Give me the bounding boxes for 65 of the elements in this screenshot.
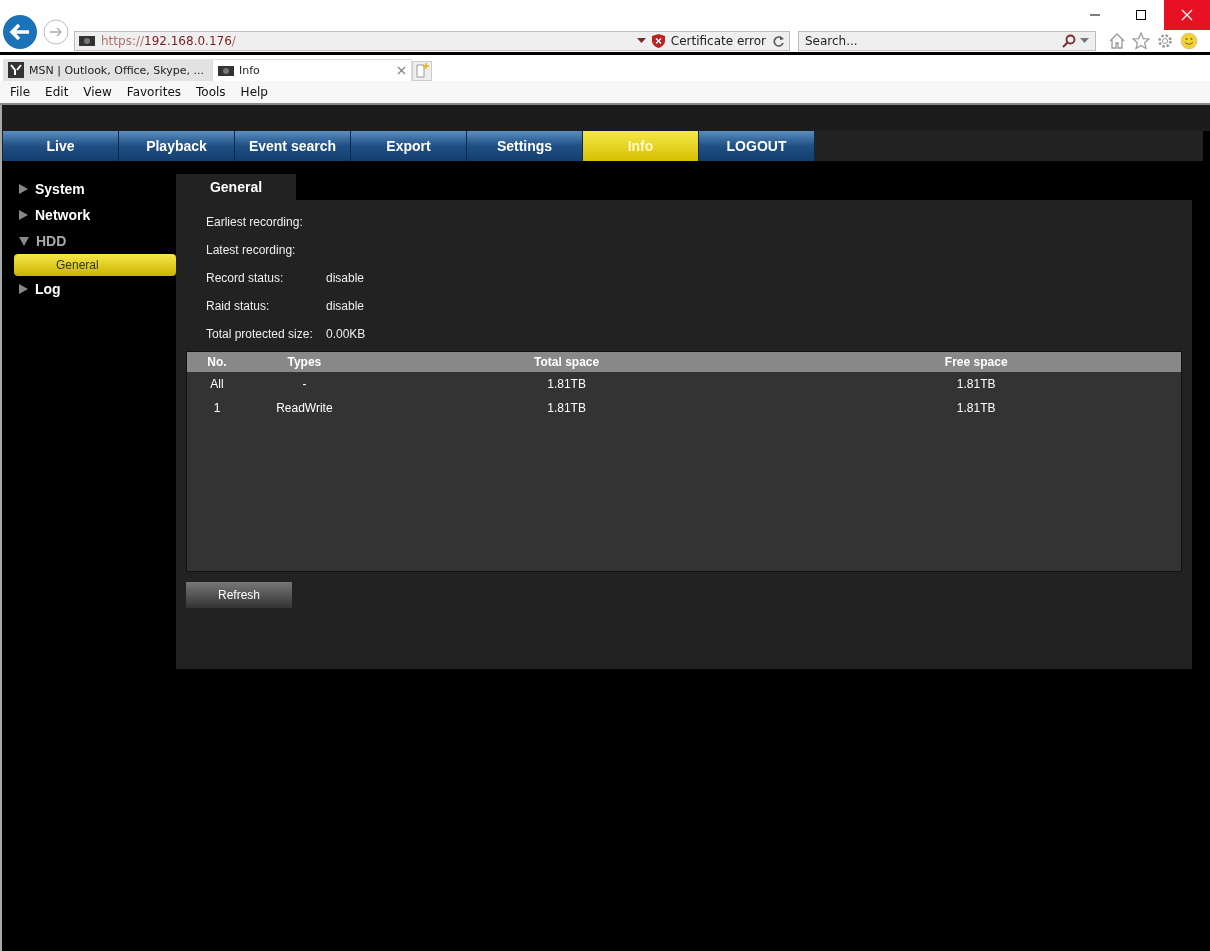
refresh-button[interactable]: Refresh (186, 582, 292, 608)
menu-item[interactable]: File (10, 85, 31, 99)
sidebar-item[interactable]: Network (35, 207, 91, 223)
nav-tab[interactable]: Event search (235, 131, 351, 161)
field-label: Raid status: (206, 299, 271, 313)
search-field[interactable]: Search... (805, 34, 1058, 48)
field-value: disable (326, 299, 365, 313)
star-icon[interactable] (1132, 32, 1150, 50)
close-icon[interactable] (397, 66, 407, 75)
refresh-icon[interactable] (772, 34, 785, 48)
url-text: https://192.168.0.176/ (101, 34, 236, 48)
table-cell-text: 1 (212, 401, 222, 415)
table-cell-text: 1.81TB (546, 377, 587, 391)
camera-icon (218, 64, 235, 77)
table-cell-text: 1.81TB (955, 377, 997, 391)
field-value: disable (326, 271, 365, 285)
smiley-icon[interactable] (1180, 32, 1198, 50)
field-label: Total protected size: (206, 327, 314, 341)
field-label: Latest recording: (206, 243, 297, 257)
camera-icon (79, 35, 95, 47)
table-cell-text: - (301, 377, 308, 391)
dropdown-icon[interactable] (636, 38, 646, 44)
column-header: No. (206, 355, 228, 369)
close-icon (1181, 9, 1193, 21)
new-tab-icon[interactable] (412, 61, 433, 81)
search-box[interactable]: Search... (798, 31, 1096, 51)
menu-item[interactable]: Tools (196, 85, 226, 99)
nav-tab[interactable]: LOGOUT (699, 131, 815, 161)
menu-item[interactable]: Help (240, 85, 268, 99)
nav-tab[interactable]: Playback (119, 131, 235, 161)
search-icon (1062, 34, 1076, 48)
dropdown-icon (1080, 38, 1089, 44)
certificate-error-text[interactable]: Certificate error (670, 34, 766, 48)
address-field[interactable]: https://192.168.0.176/ Certificate error (74, 31, 790, 51)
nav-tab[interactable]: Settings (467, 131, 583, 161)
browser-tab[interactable]: MSN | Outlook, Office, Skype, ... (3, 59, 213, 81)
nav-tab[interactable]: Live (3, 131, 119, 161)
table-cell-text: 1.81TB (955, 401, 997, 415)
nav-tab[interactable]: Export (351, 131, 467, 161)
menu-item[interactable]: View (83, 85, 112, 99)
shield-error-icon (651, 34, 665, 48)
sidebar-item[interactable]: HDD (36, 233, 67, 249)
maximize-icon[interactable] (1135, 9, 1147, 21)
menu-item[interactable]: Favorites (126, 85, 182, 99)
back-icon[interactable] (2, 14, 38, 50)
sidebar-subitem[interactable]: General (14, 254, 176, 276)
column-header: Free space (943, 355, 1009, 369)
field-value: 0.00KB (326, 327, 366, 341)
field-label: Earliest recording: (206, 215, 304, 229)
home-icon[interactable] (1108, 32, 1126, 50)
sidebar-item[interactable]: System (35, 181, 85, 197)
settings-icon[interactable] (1156, 32, 1174, 50)
browser-tab[interactable]: Info (212, 59, 413, 81)
table-cell-text: ReadWrite (275, 401, 334, 415)
table-cell-text: 1.81TB (546, 401, 587, 415)
column-header: Types (286, 355, 323, 369)
forward-icon[interactable] (43, 19, 69, 45)
menu-item[interactable]: Edit (45, 85, 69, 99)
close-button[interactable] (1164, 0, 1210, 30)
logo-icon (8, 62, 24, 78)
sidebar-item[interactable]: Log (35, 281, 61, 297)
field-label: Record status: (206, 271, 285, 285)
panel-tab[interactable]: General (176, 174, 296, 200)
column-header: Total space (533, 355, 601, 369)
table-cell-text: All (209, 377, 225, 391)
